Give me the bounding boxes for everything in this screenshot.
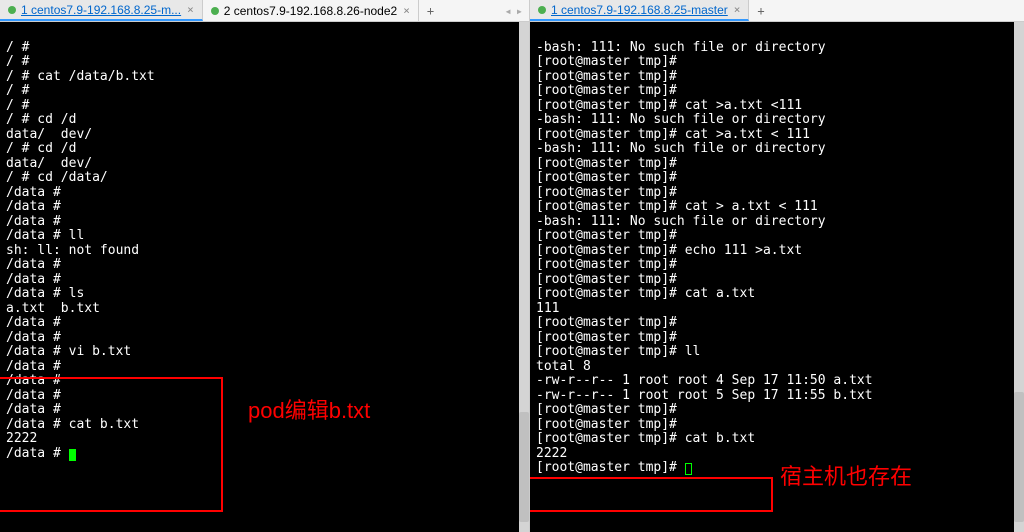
- status-dot-icon: [211, 7, 219, 15]
- terminal-line: [root@master tmp]#: [536, 170, 677, 185]
- terminal-pane-right: 1 centos7.9-192.168.8.25-master × + -bas…: [530, 0, 1024, 532]
- terminal-line: a.txt b.txt: [6, 301, 100, 316]
- tab-master[interactable]: 1 centos7.9-192.168.8.25-m... ×: [0, 0, 203, 21]
- terminal-line: [root@master tmp]#: [536, 69, 677, 84]
- terminal-line: [root@master tmp]#: [536, 272, 677, 287]
- terminal-line: / # cd /data/: [6, 170, 108, 185]
- tab-label: 1 centos7.9-192.168.8.25-m...: [21, 3, 181, 17]
- terminal-line: /data # ll: [6, 228, 84, 243]
- terminal-line: / # cat /data/b.txt: [6, 69, 155, 84]
- terminal-line: -rw-r--r-- 1 root root 4 Sep 17 11:50 a.…: [536, 373, 873, 388]
- add-tab-button[interactable]: +: [749, 2, 772, 20]
- terminal-line: /data #: [6, 373, 61, 388]
- terminal-line: [root@master tmp]#: [536, 257, 677, 272]
- terminal-line: /data # ls: [6, 286, 84, 301]
- tab-label: 2 centos7.9-192.168.8.26-node2: [224, 4, 397, 18]
- terminal-line: / # cd /d: [6, 112, 76, 127]
- terminal-line: /data #: [6, 446, 69, 461]
- terminal-line: / # cd /d: [6, 141, 76, 156]
- terminal-line: / #: [6, 98, 29, 113]
- chevron-right-icon[interactable]: ▸: [516, 4, 523, 18]
- terminal-line: 2222: [536, 446, 567, 461]
- terminal-line: [root@master tmp]#: [536, 156, 677, 171]
- annotation-text-left: pod编辑b.txt: [248, 404, 370, 419]
- cursor-icon: [69, 449, 76, 461]
- terminal-line: /data # cat b.txt: [6, 417, 139, 432]
- terminal-line: sh: ll: not found: [6, 243, 139, 258]
- tabbar-left: 1 centos7.9-192.168.8.25-m... × 2 centos…: [0, 0, 529, 22]
- terminal-line: -bash: 111: No such file or directory: [536, 214, 826, 229]
- status-dot-icon: [8, 6, 16, 14]
- terminal-line: /data #: [6, 359, 61, 374]
- cursor-icon: [685, 463, 692, 475]
- terminal-line: [root@master tmp]#: [536, 315, 677, 330]
- scrollbar-track[interactable]: [1014, 22, 1024, 532]
- terminal-line: /data #: [6, 185, 61, 200]
- tab-node2[interactable]: 2 centos7.9-192.168.8.26-node2 ×: [203, 0, 419, 21]
- terminal-line: /data #: [6, 257, 61, 272]
- terminal-line: [root@master tmp]# ll: [536, 344, 700, 359]
- terminal-line: /data #: [6, 315, 61, 330]
- terminal-line: [root@master tmp]# cat > a.txt < 111: [536, 199, 818, 214]
- add-tab-button[interactable]: +: [419, 2, 442, 20]
- terminal-line: /data #: [6, 272, 61, 287]
- terminal-line: [root@master tmp]#: [536, 330, 677, 345]
- terminal-line: [root@master tmp]#: [536, 54, 677, 69]
- terminal-line: -rw-r--r-- 1 root root 5 Sep 17 11:55 b.…: [536, 388, 873, 403]
- close-icon[interactable]: ×: [734, 3, 741, 16]
- terminal-line: 2222: [6, 431, 37, 446]
- scrollbar-thumb[interactable]: [1014, 392, 1024, 522]
- terminal-line: -bash: 111: No such file or directory: [536, 141, 826, 156]
- terminal-pane-left: 1 centos7.9-192.168.8.25-m... × 2 centos…: [0, 0, 530, 532]
- terminal-line: [root@master tmp]#: [536, 460, 685, 475]
- terminal-line: [root@master tmp]# cat a.txt: [536, 286, 755, 301]
- terminal-line: [root@master tmp]# cat >a.txt <111: [536, 98, 802, 113]
- tab-label: 1 centos7.9-192.168.8.25-master: [551, 3, 728, 17]
- terminal-line: /data #: [6, 330, 61, 345]
- close-icon[interactable]: ×: [403, 4, 410, 17]
- terminal-line: / #: [6, 40, 29, 55]
- terminal-line: /data # vi b.txt: [6, 344, 131, 359]
- terminal-line: [root@master tmp]#: [536, 417, 677, 432]
- terminal-line: [root@master tmp]# cat b.txt: [536, 431, 755, 446]
- tabbar-right: 1 centos7.9-192.168.8.25-master × +: [530, 0, 1024, 22]
- terminal-line: total 8: [536, 359, 591, 374]
- terminal-line: [root@master tmp]# echo 111 >a.txt: [536, 243, 802, 258]
- terminal-line: /data #: [6, 388, 61, 403]
- terminal-left[interactable]: / # / # / # cat /data/b.txt / # / # / # …: [0, 22, 529, 532]
- terminal-line: [root@master tmp]#: [536, 228, 677, 243]
- terminal-line: / #: [6, 83, 29, 98]
- terminal-line: 111: [536, 301, 559, 316]
- terminal-line: -bash: 111: No such file or directory: [536, 112, 826, 127]
- annotation-box: [530, 477, 773, 512]
- scrollbar-thumb[interactable]: [519, 412, 529, 522]
- terminal-line: / #: [6, 54, 29, 69]
- terminal-line: -bash: 111: No such file or directory: [536, 40, 826, 55]
- terminal-line: [root@master tmp]#: [536, 83, 677, 98]
- terminal-line: /data #: [6, 199, 61, 214]
- terminal-line: [root@master tmp]# cat >a.txt < 111: [536, 127, 810, 142]
- terminal-line: data/ dev/: [6, 156, 92, 171]
- terminal-line: [root@master tmp]#: [536, 185, 677, 200]
- tab-nav-arrows: ◂ ▸: [499, 4, 529, 18]
- terminal-line: /data #: [6, 214, 61, 229]
- terminal-right[interactable]: -bash: 111: No such file or directory [r…: [530, 22, 1024, 532]
- terminal-line: data/ dev/: [6, 127, 92, 142]
- chevron-left-icon[interactable]: ◂: [505, 4, 512, 18]
- close-icon[interactable]: ×: [187, 3, 194, 16]
- terminal-line: [root@master tmp]#: [536, 402, 677, 417]
- status-dot-icon: [538, 6, 546, 14]
- scrollbar-track[interactable]: [519, 22, 529, 532]
- tab-master-right[interactable]: 1 centos7.9-192.168.8.25-master ×: [530, 0, 749, 21]
- terminal-line: /data #: [6, 402, 61, 417]
- annotation-text-right: 宿主机也存在: [780, 470, 912, 485]
